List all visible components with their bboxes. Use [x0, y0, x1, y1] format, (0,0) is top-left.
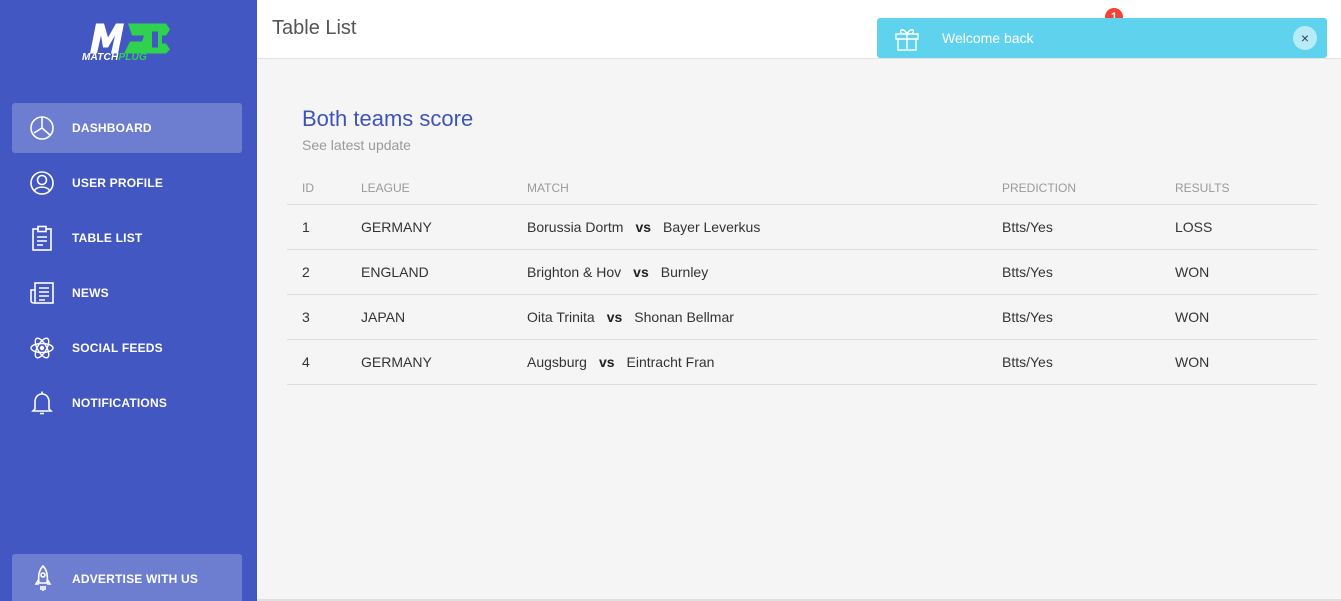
- column-header-league: LEAGUE: [346, 172, 512, 205]
- newspaper-icon: [30, 282, 54, 304]
- table-row: 3 JAPAN Oita Trinita vs Shonan Bellmar Btt…: [287, 294, 1317, 340]
- sidebar-item-label: SOCIAL FEEDS: [72, 341, 163, 355]
- user-icon: [30, 171, 54, 195]
- welcome-toast: Welcome back ×: [877, 18, 1327, 58]
- card-title: Both teams score: [302, 106, 474, 131]
- sidebar-item-label: DASHBOARD: [72, 121, 152, 135]
- cell-league: GERMANY: [346, 204, 512, 250]
- sidebar-item-label: NEWS: [72, 286, 109, 300]
- table-row: 4 GERMANY Augsburg vs Eintracht Fran Btts/…: [287, 339, 1317, 385]
- page-title: Table List: [272, 17, 357, 39]
- cell-prediction: Btts/Yes: [987, 204, 1160, 250]
- toast-message: Welcome back: [942, 30, 1034, 46]
- sidebar-item-label: TABLE LIST: [72, 231, 143, 245]
- cell-league: ENGLAND: [346, 249, 512, 295]
- gift-icon: [895, 29, 919, 51]
- atom-icon: [30, 337, 54, 359]
- cell-league: GERMANY: [346, 339, 512, 385]
- brand-name: MATCHPLUG: [82, 52, 147, 63]
- vs-label: vs: [633, 264, 649, 280]
- column-header-results: RESULTS: [1160, 172, 1317, 205]
- cell-match: Brighton & Hov vs Burnley: [512, 249, 987, 295]
- home-team: Augsburg: [527, 354, 587, 370]
- away-team: Burnley: [660, 264, 709, 280]
- cell-prediction: Btts/Yes: [987, 294, 1160, 340]
- bell-icon: [31, 391, 53, 415]
- pie-chart-icon: [30, 116, 54, 140]
- sidebar-item-label: USER PROFILE: [72, 176, 164, 190]
- sidebar-item-notifications[interactable]: NOTIFICATIONS: [12, 378, 242, 428]
- away-team: Shonan Bellmar: [634, 309, 734, 325]
- home-team: Brighton & Hov: [527, 264, 622, 280]
- cell-id: 4: [287, 339, 346, 385]
- sidebar-nav: DASHBOARD USER PROFILE TABLE LIST NEWS S…: [12, 103, 242, 433]
- home-team: Borussia Dortm: [527, 219, 624, 235]
- table-row: 1 GERMANY Borussia Dortm vs Bayer Leverkus…: [287, 204, 1317, 250]
- cell-result: WON: [1160, 294, 1317, 340]
- card-subtitle: See latest update: [302, 137, 411, 153]
- sidebar-item-news[interactable]: NEWS: [12, 268, 242, 318]
- cell-prediction: Btts/Yes: [987, 249, 1160, 295]
- cell-prediction: Btts/Yes: [987, 339, 1160, 385]
- table-row: 2 ENGLAND Brighton & Hov vs Burnley Btts/Y…: [287, 249, 1317, 295]
- cell-result: WON: [1160, 339, 1317, 385]
- cell-match: Borussia Dortm vs Bayer Leverkus: [512, 204, 987, 250]
- advertise-label: ADVERTISE WITH US: [72, 572, 199, 586]
- away-team: Eintracht Fran: [626, 354, 715, 370]
- away-team: Bayer Leverkus: [663, 219, 761, 235]
- vs-label: vs: [606, 309, 623, 325]
- cell-result: LOSS: [1160, 204, 1317, 250]
- sidebar-item-table-list[interactable]: TABLE LIST: [12, 213, 242, 263]
- vs-label: vs: [598, 354, 615, 370]
- clipboard-icon: [32, 225, 52, 251]
- sidebar-item-label: NOTIFICATIONS: [72, 396, 168, 410]
- column-header-id: ID: [287, 172, 346, 205]
- advertise-button[interactable]: ADVERTISE WITH US: [12, 554, 242, 601]
- cell-match: Oita Trinita vs Shonan Bellmar: [512, 294, 987, 340]
- home-team: Oita Trinita: [527, 309, 595, 325]
- close-icon[interactable]: ×: [1293, 26, 1317, 50]
- cell-league: JAPAN: [346, 294, 512, 340]
- vs-label: vs: [635, 219, 652, 235]
- cell-match: Augsburg vs Eintracht Fran: [512, 339, 987, 385]
- cell-id: 2: [287, 249, 346, 295]
- table-header-row: ID LEAGUE MATCH PREDICTION RESULTS: [287, 172, 1317, 205]
- rocket-icon: [34, 564, 52, 591]
- sidebar: MATCHPLUG DASHBOARD USER PROFILE TABLE L…: [0, 0, 257, 601]
- cell-id: 3: [287, 294, 346, 340]
- column-header-match: MATCH: [512, 172, 987, 205]
- sidebar-item-social-feeds[interactable]: SOCIAL FEEDS: [12, 323, 242, 373]
- cell-result: WON: [1160, 249, 1317, 295]
- cell-id: 1: [287, 204, 346, 250]
- sidebar-item-dashboard[interactable]: DASHBOARD: [12, 103, 242, 153]
- sidebar-item-user-profile[interactable]: USER PROFILE: [12, 158, 242, 208]
- predictions-table: ID LEAGUE MATCH PREDICTION RESULTS 1 GER…: [287, 172, 1317, 385]
- column-header-prediction: PREDICTION: [987, 172, 1160, 205]
